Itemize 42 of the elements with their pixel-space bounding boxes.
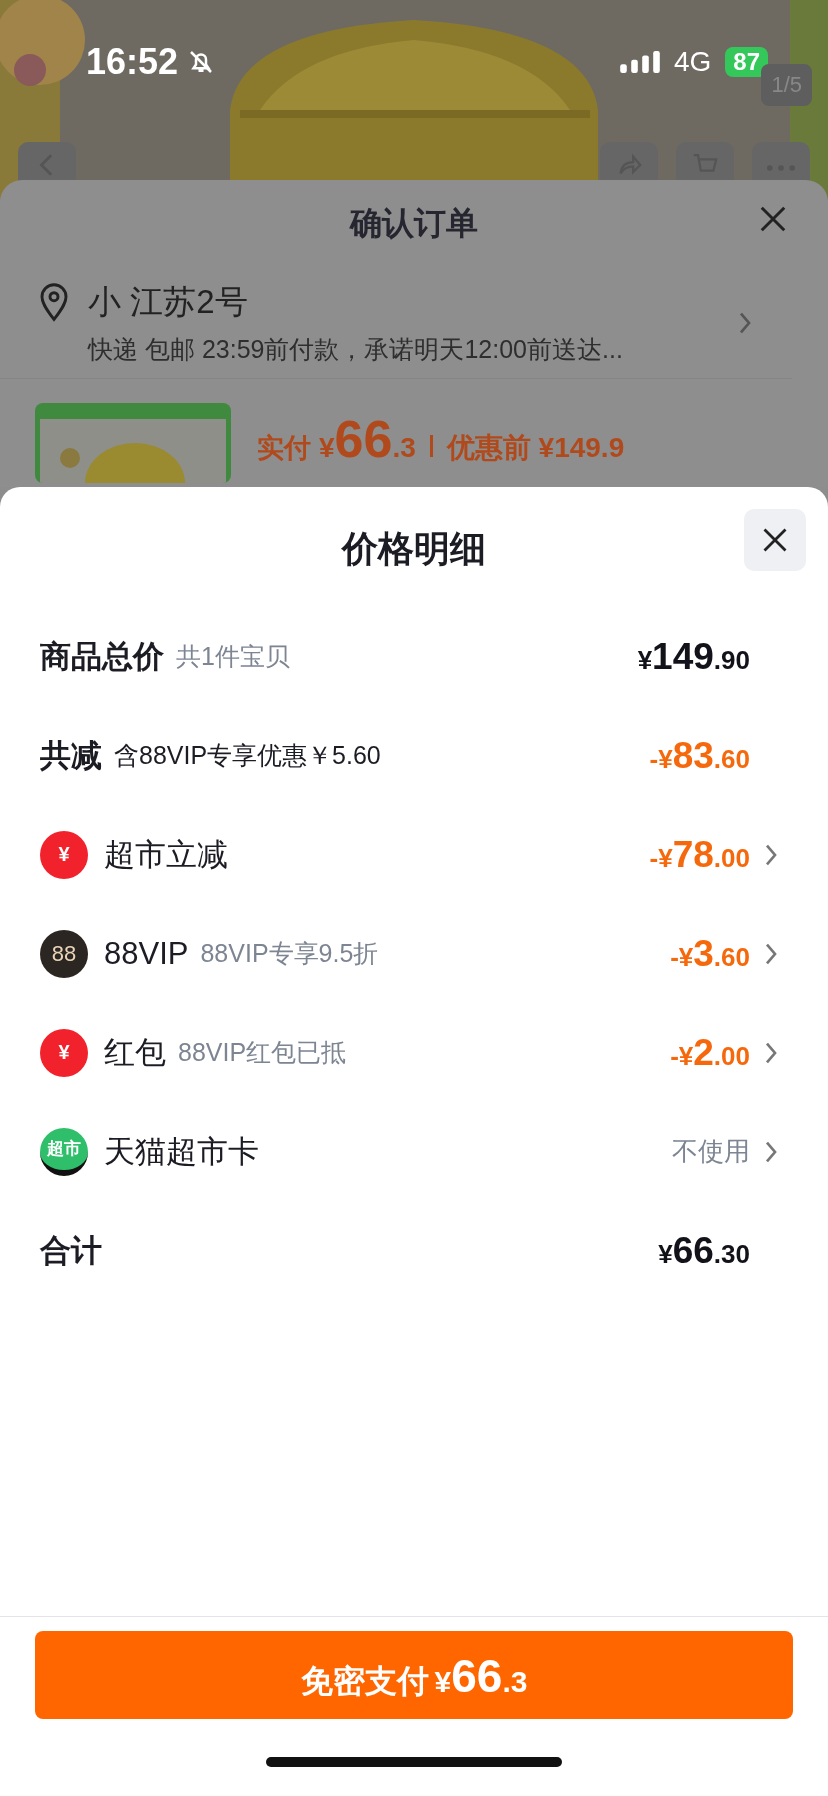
network-label: 4G	[673, 46, 712, 78]
price-amount: -¥83.60	[649, 734, 750, 777]
sheet-title: 确认订单	[350, 204, 478, 243]
row-label: 合计	[40, 1231, 102, 1270]
price-amount: -¥78.00	[649, 833, 750, 876]
row-note: 共1件宝贝	[176, 641, 290, 672]
chevron-right-icon[interactable]	[738, 311, 752, 335]
row-label[interactable]: 超市立减	[104, 833, 228, 876]
close-button[interactable]	[744, 509, 806, 571]
price-amount: -¥3.60	[670, 932, 750, 975]
close-icon[interactable]	[758, 204, 788, 234]
paid-label: 实付	[257, 432, 311, 465]
chevron-right-icon[interactable]	[764, 941, 778, 966]
close-icon	[761, 526, 789, 554]
row-label[interactable]: 红包	[104, 1031, 166, 1074]
chevron-right-icon[interactable]	[764, 842, 778, 867]
delivery-info: 快递 包邮 23:59前付款，承诺明天12:00前送达...	[88, 334, 624, 365]
envelope-icon: ¥	[40, 1028, 88, 1077]
coupon-icon: ¥	[40, 830, 88, 879]
price-amount: ¥66.30	[658, 1229, 750, 1272]
chevron-right-icon[interactable]	[764, 1139, 778, 1164]
sheet-title: 价格明细	[342, 526, 486, 571]
chevron-right-icon[interactable]	[764, 1040, 778, 1065]
row-label: 商品总价	[40, 637, 164, 676]
price-amount: -¥2.00	[670, 1031, 750, 1074]
row-note: 88VIP专享9.5折	[200, 938, 379, 969]
battery-icon: 87	[725, 47, 768, 77]
store-card-icon: 超市	[40, 1127, 88, 1176]
original-price: 优惠前 ¥149.9	[446, 431, 625, 465]
row-label[interactable]: 88VIP	[104, 935, 189, 972]
recipient-name: 小 江苏2号	[88, 282, 249, 322]
vip-icon: 88	[40, 929, 88, 978]
price-amount: ¥149.90	[637, 635, 750, 678]
row-note: 含88VIP专享优惠￥5.60	[114, 740, 381, 771]
status-time: 16:52	[86, 41, 179, 83]
paid-amount: ¥66.3	[319, 409, 416, 469]
row-note: 88VIP红包已抵	[178, 1037, 347, 1068]
row-label: 共减	[40, 736, 102, 775]
option-value[interactable]: 不使用	[672, 1134, 750, 1169]
location-pin-icon	[38, 282, 70, 322]
signal-icon	[619, 51, 660, 73]
row-label[interactable]: 天猫超市卡	[104, 1130, 259, 1173]
